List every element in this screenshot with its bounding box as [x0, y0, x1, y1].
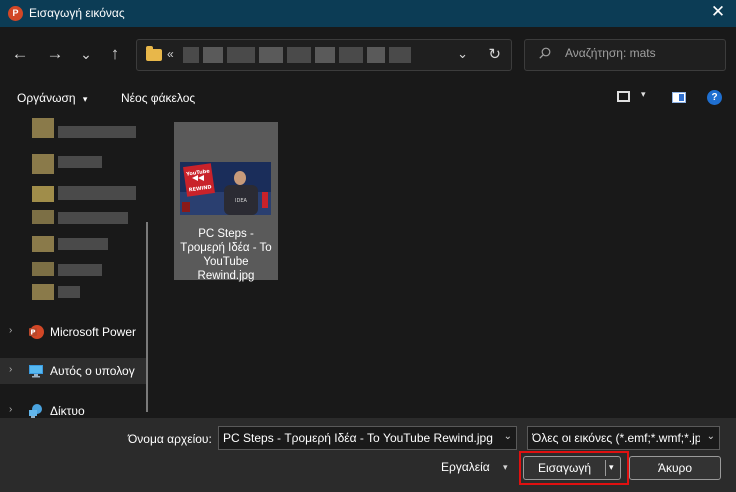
redacted-folder-icon	[32, 284, 54, 300]
svg-text:IDEA: IDEA	[235, 198, 247, 204]
redacted-label	[58, 238, 108, 250]
command-toolbar: Οργάνωση ▾ Νέος φάκελος ▾ ?	[0, 82, 736, 114]
address-bar[interactable]: « ⌄ ↻	[136, 39, 512, 71]
computer-icon	[29, 365, 43, 378]
redacted-path	[203, 47, 223, 63]
view-mode-icon[interactable]	[617, 91, 630, 102]
filename-combobox[interactable]: PC Steps - Τρομερή Ιδέα - Το YouTube Rew…	[218, 426, 517, 450]
file-tile[interactable]: YouTube REWIND IDEA PC Steps - Τρομερή Ι…	[174, 122, 278, 282]
chevron-down-icon[interactable]: ⌄	[706, 431, 715, 442]
redacted-label	[58, 156, 102, 168]
dialog-footer: Όνομα αρχείου: PC Steps - Τρομερή Ιδέα -…	[0, 418, 736, 492]
redacted-folder-icon	[32, 262, 54, 276]
sidebar-item-this-pc[interactable]: › Αυτός ο υπολογ	[0, 358, 146, 384]
tools-menu-button[interactable]: Εργαλεία	[441, 460, 490, 474]
network-icon	[29, 404, 42, 418]
insert-options-chevron-icon[interactable]: ▾	[609, 462, 614, 473]
file-name-label: PC Steps - Τρομερή Ιδέα - Το YouTube Rew…	[180, 228, 272, 282]
redacted-path	[315, 47, 335, 63]
refresh-icon[interactable]: ↻	[488, 45, 501, 63]
file-type-select[interactable]: Όλες οι εικόνες (*.emf;*.wmf;*.jpg ⌄	[527, 426, 720, 450]
filename-label: Όνομα αρχείου:	[128, 432, 212, 446]
sidebar-item-network[interactable]: › Δίκτυο	[0, 398, 146, 418]
window-title: Εισαγωγή εικόνας	[29, 6, 125, 20]
redacted-label	[58, 186, 136, 200]
filename-input[interactable]: PC Steps - Τρομερή Ιδέα - Το YouTube Rew…	[223, 431, 493, 445]
expand-chevron-icon[interactable]: ›	[9, 364, 12, 375]
cancel-button[interactable]: Άκυρο	[629, 456, 721, 480]
redacted-label	[58, 126, 136, 138]
organize-label: Οργάνωση	[17, 91, 76, 105]
redacted-folder-icon	[32, 186, 54, 202]
search-box[interactable]	[524, 39, 726, 71]
chevron-down-icon: ▾	[82, 94, 88, 104]
powerpoint-icon: P	[29, 325, 44, 339]
powerpoint-app-icon: P	[8, 6, 23, 21]
expand-chevron-icon[interactable]: ›	[9, 325, 12, 336]
close-icon[interactable]: ✕	[708, 2, 728, 22]
sidebar-item-label: Αυτός ο υπολογ	[50, 364, 135, 378]
redacted-label	[58, 286, 80, 298]
redacted-path	[287, 47, 311, 63]
navigation-pane[interactable]: › P Microsoft Power › Αυτός ο υπολογ › Δ…	[0, 114, 158, 418]
sidebar-item-label: Microsoft Power	[50, 325, 137, 339]
back-arrow-icon[interactable]: ←	[10, 44, 30, 64]
organize-menu[interactable]: Οργάνωση ▾	[17, 91, 87, 105]
file-list-pane[interactable]: YouTube REWIND IDEA PC Steps - Τρομερή Ι…	[158, 114, 736, 418]
sidebar-item-microsoft-power[interactable]: › P Microsoft Power	[0, 319, 146, 345]
recent-locations-chevron-icon[interactable]: ⌄	[76, 44, 96, 64]
redacted-folder-icon	[32, 236, 54, 252]
forward-arrow-icon[interactable]: →	[45, 44, 65, 64]
redacted-folder-icon	[32, 210, 54, 224]
split-button-divider	[605, 460, 606, 476]
redacted-path	[227, 47, 255, 63]
path-overflow-chevron[interactable]: «	[167, 47, 174, 61]
navigation-bar: ← → ⌄ ↑ « ⌄ ↻	[0, 27, 736, 82]
redacted-path	[389, 47, 411, 63]
redacted-path	[339, 47, 363, 63]
search-input[interactable]	[565, 46, 715, 60]
search-icon	[539, 47, 551, 59]
redacted-label	[58, 212, 128, 224]
redacted-folder-icon	[32, 118, 54, 138]
redacted-folder-icon	[32, 154, 54, 174]
sidebar-item-label: Δίκτυο	[50, 404, 85, 418]
address-dropdown-icon[interactable]: ⌄	[457, 46, 468, 62]
chevron-down-icon[interactable]: ⌄	[504, 431, 512, 442]
expand-chevron-icon[interactable]: ›	[9, 404, 12, 415]
help-icon[interactable]: ?	[707, 90, 722, 105]
redacted-path	[183, 47, 199, 63]
view-options-chevron-icon[interactable]: ▾	[641, 89, 646, 100]
insert-button-label: Εισαγωγή	[537, 461, 592, 475]
up-arrow-icon[interactable]: ↑	[105, 44, 125, 64]
folder-icon	[146, 46, 162, 61]
redacted-label	[58, 264, 102, 276]
navigation-pane-scrollbar[interactable]	[146, 222, 148, 412]
title-bar: P Εισαγωγή εικόνας ✕	[0, 0, 736, 27]
redacted-path	[259, 47, 283, 63]
insert-button[interactable]: Εισαγωγή ▾	[523, 456, 621, 480]
redacted-path	[367, 47, 385, 63]
new-folder-button[interactable]: Νέος φάκελος	[121, 91, 195, 105]
tools-dropdown-icon[interactable]: ▾	[503, 462, 508, 473]
image-thumbnail: YouTube REWIND IDEA	[180, 162, 271, 215]
file-type-value: Όλες οι εικόνες (*.emf;*.wmf;*.jpg	[532, 431, 700, 445]
svg-text:P: P	[30, 329, 35, 337]
preview-pane-icon[interactable]	[672, 92, 686, 103]
